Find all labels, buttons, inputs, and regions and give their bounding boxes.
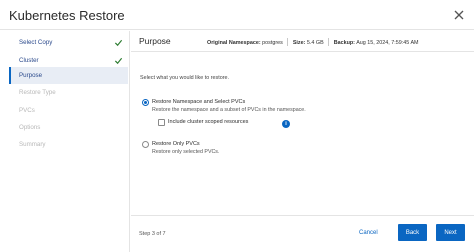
namespace-value: postgres <box>262 40 283 46</box>
radio-restore-namespace[interactable] <box>142 99 149 106</box>
namespace-label: Original Namespace: <box>207 40 261 46</box>
step-restore-type: Restore Type <box>9 84 128 101</box>
step-label: PVCs <box>19 107 35 114</box>
back-button[interactable]: Back <box>398 224 427 241</box>
info-icon[interactable]: i <box>282 120 290 128</box>
option-label-restore-only-pvcs[interactable]: Restore Only PVCs <box>152 141 200 147</box>
backup-label: Backup: <box>333 40 355 46</box>
option-description: Restore the namespace and a subset of PV… <box>152 107 306 113</box>
wizard-steps-sidebar: Select Copy Cluster Purpose Restore Type… <box>0 31 130 252</box>
wizard-footer: Step 3 of 7 Cancel Back Next <box>131 215 474 252</box>
divider <box>287 38 289 46</box>
step-summary: Summary <box>9 136 128 153</box>
close-icon[interactable] <box>451 7 467 23</box>
size-value: 5.4 GB <box>306 40 324 46</box>
step-label: Options <box>19 124 41 131</box>
backup-metadata: Original Namespace: postgres Size: 5.4 G… <box>207 38 419 46</box>
step-purpose[interactable]: Purpose <box>9 67 128 84</box>
dialog-header: Kubernetes Restore <box>0 0 474 30</box>
section-header: Purpose Original Namespace: postgres Siz… <box>131 31 474 52</box>
backup-value: Aug 15, 2024, 7:59:45 AM <box>356 40 419 46</box>
step-label: Summary <box>19 141 46 148</box>
divider <box>328 38 330 46</box>
radio-restore-only-pvcs[interactable] <box>142 141 149 148</box>
size-label: Size: <box>292 40 306 46</box>
dialog-title: Kubernetes Restore <box>9 8 125 23</box>
check-icon <box>114 39 123 47</box>
step-pvcs: PVCs <box>9 102 128 119</box>
step-label: Restore Type <box>19 89 56 96</box>
step-select-copy[interactable]: Select Copy <box>9 34 128 51</box>
step-label: Select Copy <box>19 39 53 46</box>
next-button[interactable]: Next <box>436 224 465 241</box>
main-panel: Purpose Original Namespace: postgres Siz… <box>131 31 474 252</box>
cancel-button[interactable]: Cancel <box>359 230 378 236</box>
checkbox-label[interactable]: Include cluster scoped resources <box>168 119 248 125</box>
option-label-restore-namespace[interactable]: Restore Namespace and Select PVCs <box>152 99 245 105</box>
option-description: Restore only selected PVCs. <box>152 149 220 155</box>
check-icon <box>114 57 123 65</box>
include-cluster-resources-checkbox[interactable] <box>158 119 165 126</box>
step-label: Cluster <box>19 57 39 64</box>
step-options: Options <box>9 119 128 136</box>
step-label: Purpose <box>19 72 43 79</box>
purpose-prompt: Select what you would like to restore. <box>140 75 229 81</box>
section-title: Purpose <box>139 36 171 46</box>
step-indicator: Step 3 of 7 <box>139 231 166 237</box>
